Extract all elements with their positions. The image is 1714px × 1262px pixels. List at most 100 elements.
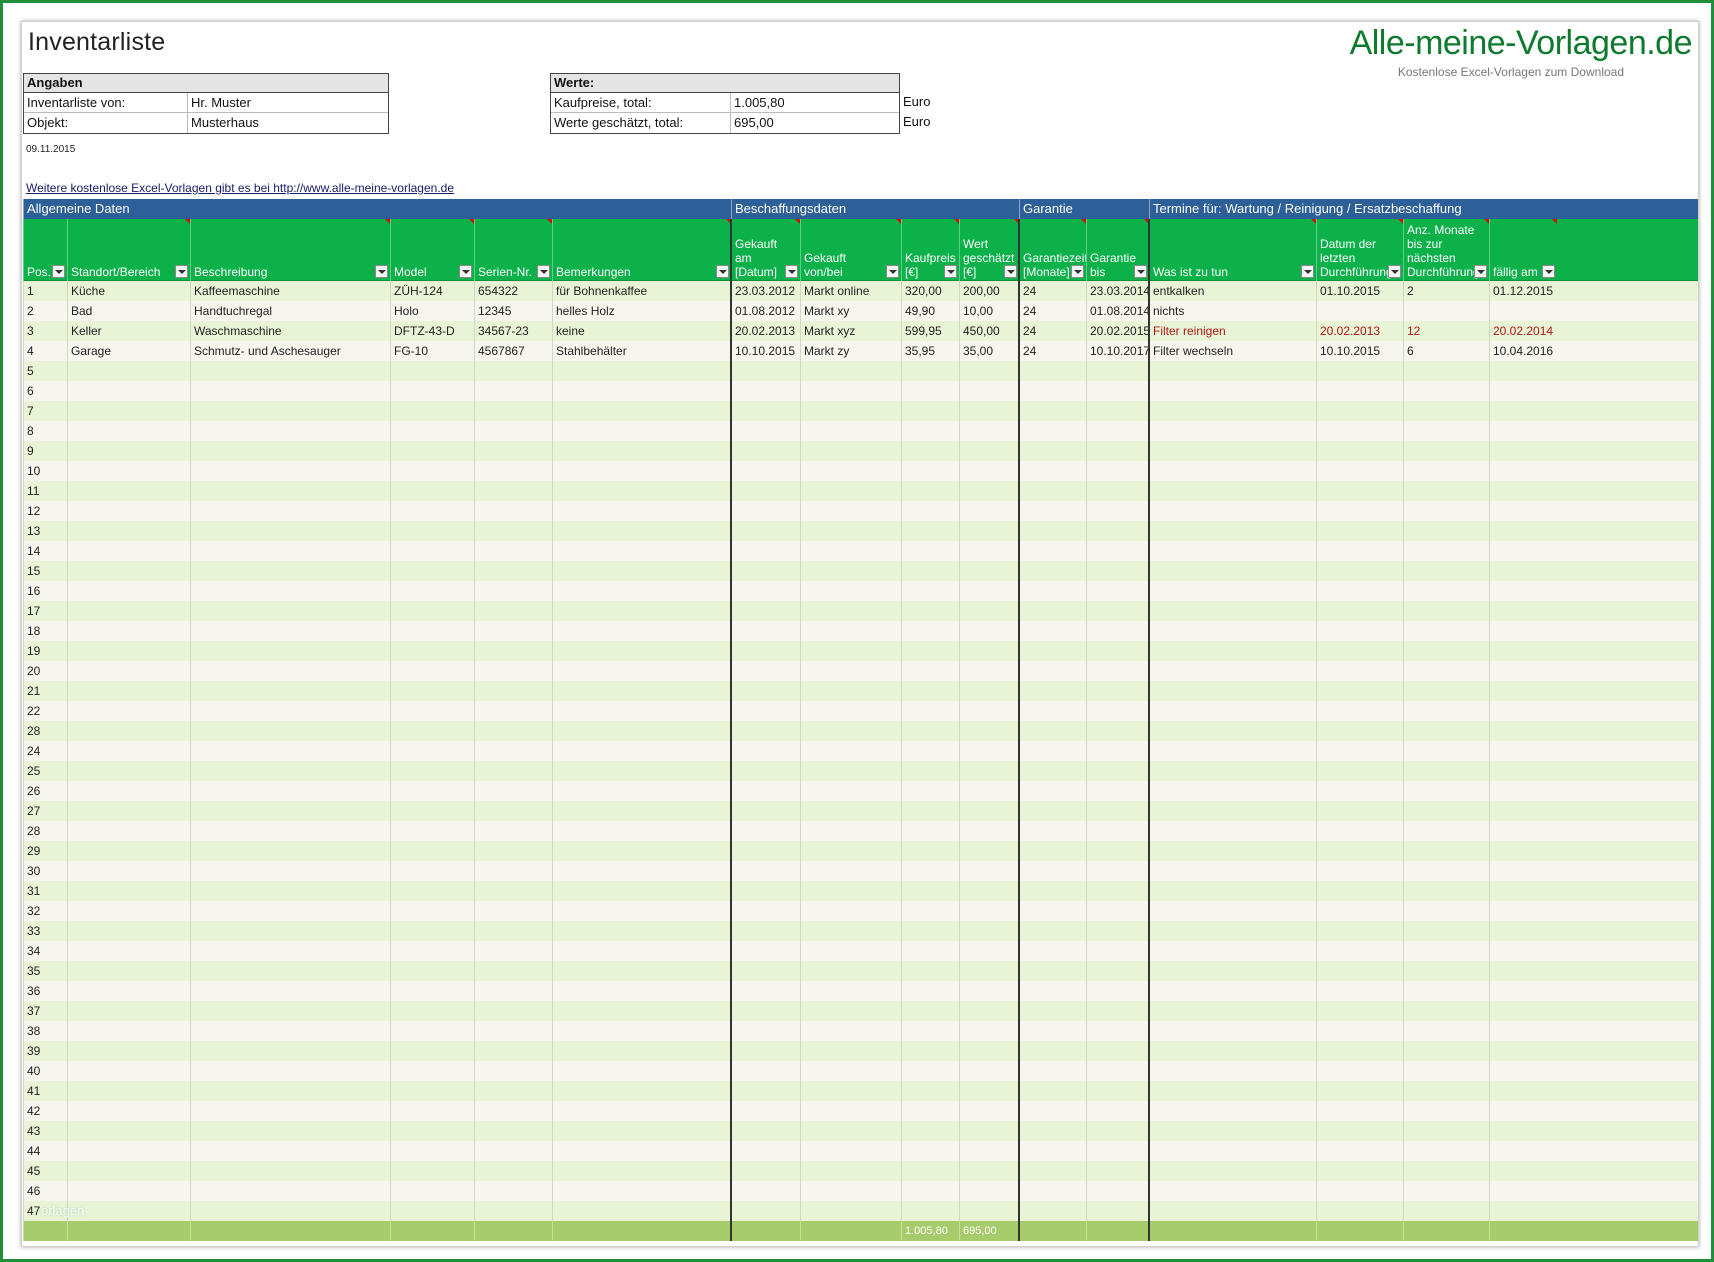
cell-standort[interactable] [67,621,190,641]
cell-datum-letzte[interactable] [1316,401,1403,421]
cell-standort[interactable] [67,981,190,1001]
cell-standort[interactable] [67,841,190,861]
cell-monate[interactable]: 12 [1403,321,1489,341]
cell-aufgabe[interactable] [1149,581,1316,601]
cell-beschreibung[interactable] [190,361,390,381]
cell-gekauft-bei[interactable] [800,861,901,881]
cell-bemerkungen[interactable] [552,1101,731,1121]
cell-gekauft-bei[interactable] [800,1141,901,1161]
cell-seriennr[interactable] [474,741,552,761]
cell-seriennr[interactable] [474,1181,552,1201]
column-header-pos[interactable]: Pos. [23,219,67,281]
cell-bemerkungen[interactable]: für Bohnenkaffee [552,281,731,301]
cell-wert[interactable] [959,481,1019,501]
cell-faellig[interactable] [1489,1041,1557,1061]
cell-standort[interactable] [67,1121,190,1141]
cell-pos[interactable]: 39 [23,1041,67,1061]
cell-wert[interactable] [959,661,1019,681]
cell-bemerkungen[interactable] [552,1001,731,1021]
cell-faellig[interactable] [1489,741,1557,761]
cell-garantiezeit[interactable] [1019,1101,1086,1121]
cell-garantie-bis[interactable] [1086,1001,1149,1021]
cell-garantiezeit[interactable] [1019,481,1086,501]
cell-wert[interactable] [959,521,1019,541]
cell-model[interactable] [390,1061,474,1081]
cell-bemerkungen[interactable] [552,621,731,641]
cell-pos[interactable]: 36 [23,981,67,1001]
cell-aufgabe[interactable] [1149,621,1316,641]
cell-gekauft-am[interactable] [731,1101,800,1121]
cell-gekauft-bei[interactable]: Markt zy [800,341,901,361]
cell-wert[interactable]: 35,00 [959,341,1019,361]
cell-seriennr[interactable]: 654322 [474,281,552,301]
cell-standort[interactable] [67,761,190,781]
filter-dropdown-icon[interactable] [1301,265,1314,278]
cell-bemerkungen[interactable] [552,941,731,961]
cell-garantie-bis[interactable] [1086,581,1149,601]
cell-gekauft-bei[interactable] [800,741,901,761]
cell-gekauft-bei[interactable] [800,501,901,521]
cell-bemerkungen[interactable] [552,1201,731,1221]
cell-datum-letzte[interactable] [1316,801,1403,821]
cell-gekauft-am[interactable] [731,641,800,661]
cell-gekauft-am[interactable] [731,621,800,641]
cell-garantie-bis[interactable] [1086,521,1149,541]
cell-faellig[interactable] [1489,901,1557,921]
cell-faellig[interactable] [1489,641,1557,661]
cell-aufgabe[interactable] [1149,941,1316,961]
cell-garantiezeit[interactable] [1019,441,1086,461]
cell-wert[interactable] [959,1081,1019,1101]
cell-seriennr[interactable] [474,1141,552,1161]
cell-kaufpreis[interactable] [901,881,959,901]
cell-standort[interactable] [67,721,190,741]
cell-aufgabe[interactable]: nichts [1149,301,1316,321]
cell-kaufpreis[interactable] [901,1101,959,1121]
cell-aufgabe[interactable] [1149,861,1316,881]
cell-faellig[interactable] [1489,861,1557,881]
cell-gekauft-am[interactable] [731,821,800,841]
cell-garantie-bis[interactable] [1086,681,1149,701]
cell-pos[interactable]: 6 [23,381,67,401]
cell-seriennr[interactable] [474,361,552,381]
cell-garantie-bis[interactable] [1086,421,1149,441]
cell-beschreibung[interactable] [190,1061,390,1081]
cell-monate[interactable] [1403,781,1489,801]
cell-aufgabe[interactable]: entkalken [1149,281,1316,301]
cell-gekauft-bei[interactable] [800,1121,901,1141]
cell-datum-letzte[interactable] [1316,621,1403,641]
cell-garantiezeit[interactable] [1019,981,1086,1001]
cell-model[interactable] [390,481,474,501]
cell-bemerkungen[interactable] [552,781,731,801]
cell-gekauft-bei[interactable] [800,541,901,561]
cell-model[interactable] [390,401,474,421]
cell-wert[interactable]: 10,00 [959,301,1019,321]
cell-pos[interactable]: 29 [23,841,67,861]
cell-bemerkungen[interactable]: Stahlbehälter [552,341,731,361]
cell-garantiezeit[interactable] [1019,361,1086,381]
cell-aufgabe[interactable] [1149,881,1316,901]
cell-wert[interactable] [959,961,1019,981]
cell-wert[interactable] [959,821,1019,841]
cell-seriennr[interactable] [474,601,552,621]
cell-bemerkungen[interactable] [552,1021,731,1041]
cell-gekauft-bei[interactable] [800,1081,901,1101]
cell-bemerkungen[interactable] [552,541,731,561]
cell-pos[interactable]: 25 [23,761,67,781]
cell-datum-letzte[interactable] [1316,781,1403,801]
cell-gekauft-am[interactable]: 23.03.2012 [731,281,800,301]
cell-faellig[interactable] [1489,621,1557,641]
cell-model[interactable] [390,521,474,541]
cell-bemerkungen[interactable] [552,601,731,621]
cell-faellig[interactable] [1489,381,1557,401]
cell-beschreibung[interactable] [190,841,390,861]
cell-monate[interactable] [1403,441,1489,461]
cell-gekauft-bei[interactable] [800,761,901,781]
filter-dropdown-icon[interactable] [1071,265,1084,278]
cell-bemerkungen[interactable] [552,561,731,581]
cell-pos[interactable]: 35 [23,961,67,981]
cell-bemerkungen[interactable] [552,461,731,481]
cell-beschreibung[interactable] [190,601,390,621]
cell-gekauft-am[interactable] [731,1021,800,1041]
cell-faellig[interactable] [1489,361,1557,381]
cell-seriennr[interactable] [474,801,552,821]
